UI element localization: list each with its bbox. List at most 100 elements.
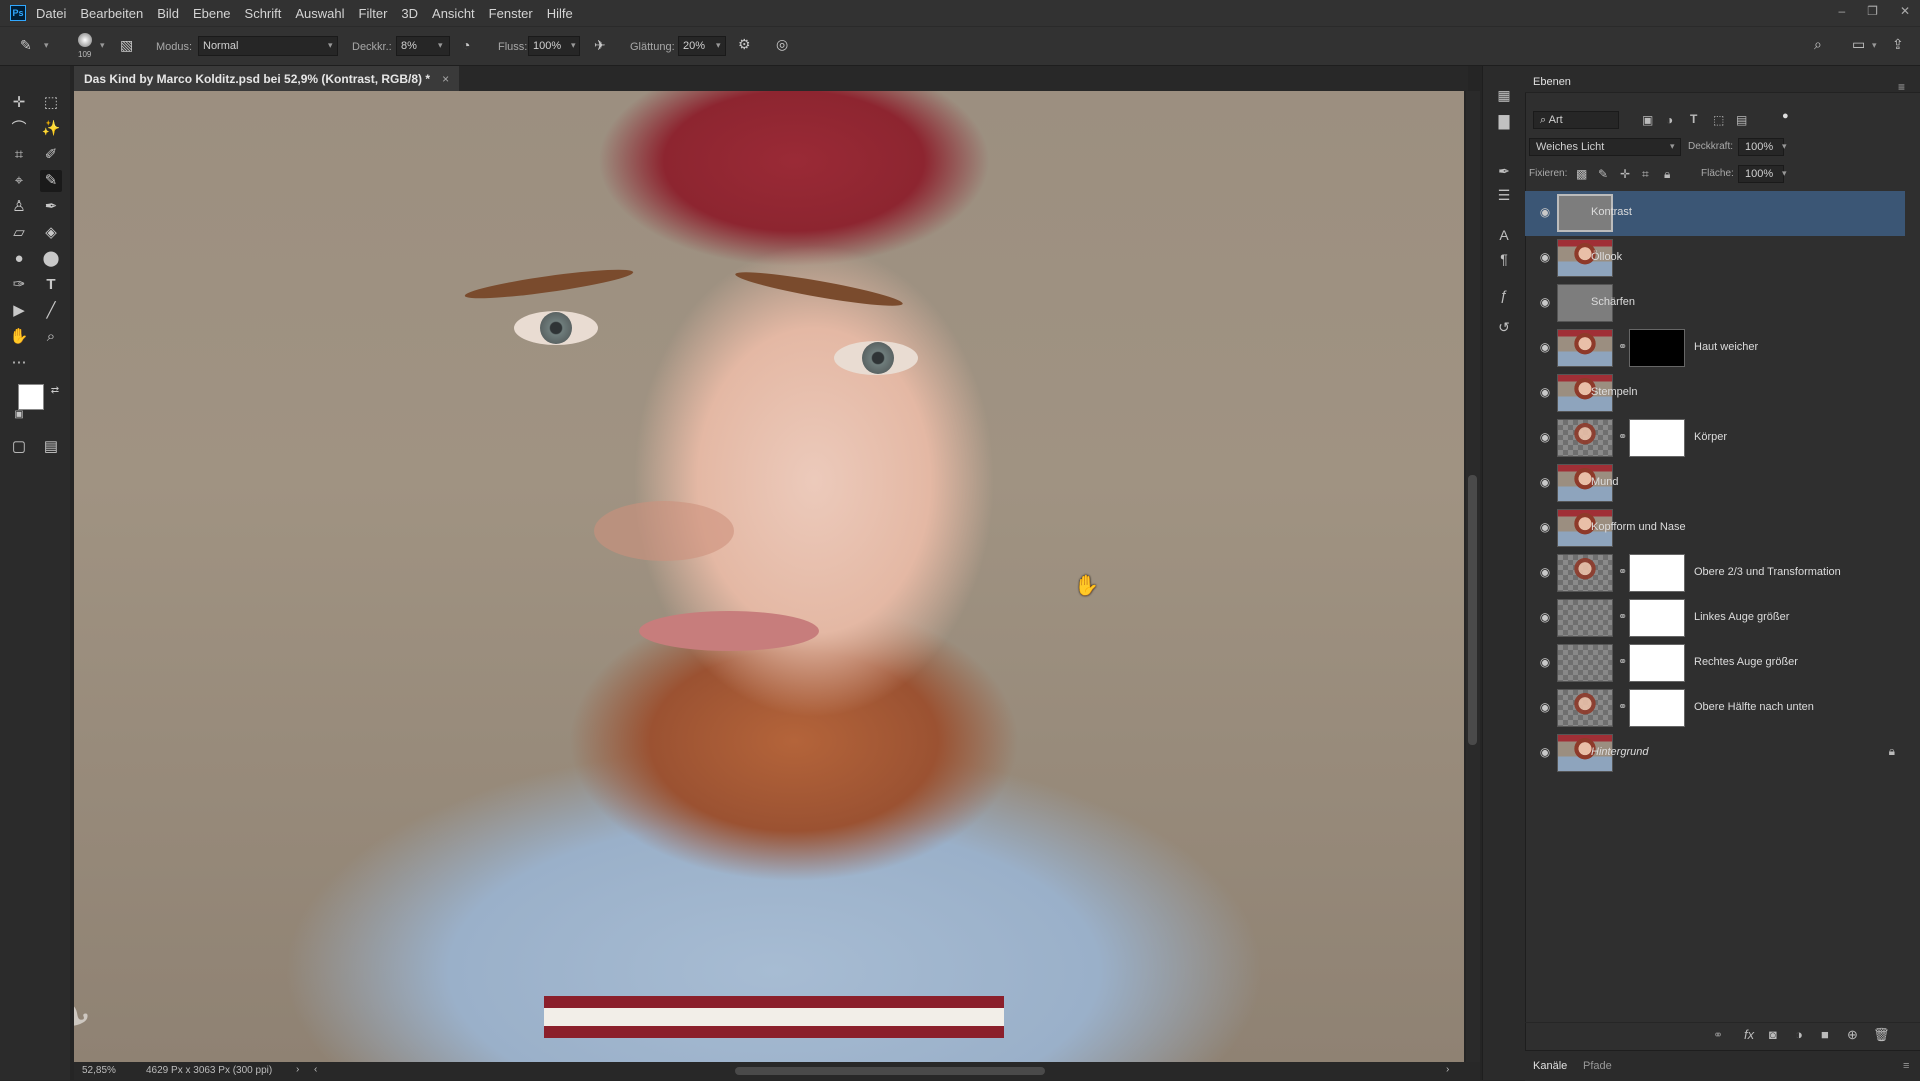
chevron-down-icon[interactable]: ▾ (571, 40, 576, 51)
menu-hilfe[interactable]: Hilfe (547, 6, 573, 21)
panel-menu-icon[interactable]: ≡ (1903, 1060, 1909, 1072)
paint-bucket-tool-icon[interactable]: ◈ (40, 222, 62, 244)
gear-icon[interactable]: ⚙ (738, 36, 751, 53)
layer-thumbnail[interactable] (1557, 599, 1613, 637)
more-tools-icon[interactable]: ⋯ (8, 352, 30, 374)
frame-tool-icon[interactable]: ⌖ (8, 170, 30, 192)
chevron-right-icon[interactable]: › (296, 1064, 299, 1075)
workspace-icon[interactable]: ▭ (1852, 36, 1865, 53)
histogram-icon[interactable]: ▇ (1495, 112, 1513, 130)
filter-adjustment-icon[interactable]: ◑ (1666, 113, 1673, 127)
visibility-eye-icon[interactable]: ◉ (1538, 205, 1552, 219)
brush-tool-icon[interactable]: ✎ (40, 170, 62, 192)
blend-mode-select[interactable]: Weiches Licht (1529, 138, 1681, 156)
layer-thumbnail[interactable] (1557, 554, 1613, 592)
opacity-input[interactable]: 100% (1738, 138, 1784, 156)
fill-input[interactable]: 100% (1738, 165, 1784, 183)
chevron-right-icon[interactable]: › (1446, 1064, 1449, 1075)
document-tab[interactable]: Das Kind by Marco Kolditz.psd bei 52,9% … (74, 66, 460, 91)
layer-mask-thumbnail[interactable] (1629, 554, 1685, 592)
layer-filter-select[interactable]: ⌕ Art (1533, 111, 1619, 129)
layer-mask-thumbnail[interactable] (1629, 599, 1685, 637)
filter-pixel-icon[interactable]: ▣ (1642, 113, 1653, 127)
mask-link-icon[interactable]: ⚭ (1618, 340, 1627, 353)
menu-datei[interactable]: Datei (36, 6, 66, 21)
pressure-size-icon[interactable]: ◎ (776, 36, 788, 53)
line-tool-icon[interactable]: ╱ (40, 300, 62, 322)
zoom-level[interactable]: 52,85% (82, 1065, 116, 1076)
new-layer-icon[interactable]: ⊕ (1847, 1027, 1858, 1043)
layer-row[interactable]: ◉ Mund (1525, 461, 1905, 506)
chevron-down-icon[interactable]: ▾ (328, 40, 333, 51)
fx-icon[interactable]: fx (1744, 1027, 1754, 1042)
mask-link-icon[interactable]: ⚭ (1618, 430, 1627, 443)
layer-row[interactable]: ◉ Kontrast (1525, 191, 1905, 236)
layer-thumbnail[interactable] (1557, 644, 1613, 682)
menu-auswahl[interactable]: Auswahl (295, 6, 344, 21)
chevron-down-icon[interactable]: ▾ (100, 40, 105, 51)
visibility-eye-icon[interactable]: ◉ (1538, 565, 1552, 579)
lock-artboard-icon[interactable]: ⌗ (1642, 167, 1649, 182)
layer-row[interactable]: ◉ ⚭ Haut weicher (1525, 326, 1905, 371)
paragraph-icon[interactable]: ¶ (1495, 250, 1513, 268)
lock-all-icon[interactable]: 🔒︎ (1664, 167, 1670, 182)
lock-transparency-icon[interactable]: ▩ (1576, 167, 1587, 181)
visibility-eye-icon[interactable]: ◉ (1538, 385, 1552, 399)
layer-thumbnail[interactable] (1557, 329, 1613, 367)
visibility-eye-icon[interactable]: ◉ (1538, 475, 1552, 489)
layer-row[interactable]: ◉ ⚭ Obere 2/3 und Transformation (1525, 551, 1905, 596)
blur-tool-icon[interactable]: ● (8, 248, 30, 270)
swap-colors-icon[interactable]: ⇄ (44, 380, 66, 402)
mask-link-icon[interactable]: ⚭ (1618, 610, 1627, 623)
add-mask-icon[interactable]: ◙ (1769, 1027, 1777, 1042)
layer-mask-thumbnail[interactable] (1629, 644, 1685, 682)
restore-icon[interactable]: ❐ (1867, 4, 1878, 18)
panel-menu-icon[interactable]: ≡ (1898, 80, 1905, 94)
libraries-icon[interactable]: ▦ (1495, 86, 1513, 104)
new-group-icon[interactable]: ■ (1821, 1027, 1829, 1042)
tab-kanaele[interactable]: Kanäle (1533, 1060, 1567, 1072)
visibility-eye-icon[interactable]: ◉ (1538, 250, 1552, 264)
layer-row[interactable]: ◉ Stempeln (1525, 371, 1905, 416)
filter-smartobject-icon[interactable]: ▤ (1736, 113, 1747, 127)
layer-thumbnail[interactable] (1557, 419, 1613, 457)
layer-mask-thumbnail[interactable] (1629, 689, 1685, 727)
search-icon[interactable]: ⌕ (1814, 36, 1822, 53)
trash-icon[interactable]: 🗑︎ (1873, 1027, 1890, 1043)
stamp-tool-icon[interactable]: ♙ (8, 196, 30, 218)
zoom-tool-icon[interactable]: ⌕ (40, 326, 62, 348)
eraser-tool-icon[interactable]: ▱ (8, 222, 30, 244)
layer-row[interactable]: ◉ Öllook (1525, 236, 1905, 281)
move-tool-icon[interactable]: ✛ (8, 92, 30, 114)
chevron-down-icon[interactable]: ▾ (1872, 40, 1877, 51)
layer-row[interactable]: ◉ ⚭ Linkes Auge größer (1525, 596, 1905, 641)
type-tool-icon[interactable]: T (40, 274, 62, 296)
chevron-down-icon[interactable]: ▾ (438, 40, 443, 51)
horizontal-scroll-thumb[interactable] (735, 1067, 1045, 1075)
visibility-eye-icon[interactable]: ◉ (1538, 655, 1552, 669)
visibility-eye-icon[interactable]: ◉ (1538, 520, 1552, 534)
menu-3d[interactable]: 3D (401, 6, 418, 21)
menu-ansicht[interactable]: Ansicht (432, 6, 475, 21)
link-layers-icon[interactable]: ⚭ (1713, 1028, 1723, 1042)
brush-tool-icon[interactable]: ✎ (20, 37, 32, 54)
visibility-eye-icon[interactable]: ◉ (1538, 295, 1552, 309)
new-adjustment-layer-icon[interactable]: ◑ (1795, 1027, 1803, 1042)
layer-row[interactable]: ◉ ⚭ Rechtes Auge größer (1525, 641, 1905, 686)
layer-row[interactable]: ◉ ⚭ Obere Hälfte nach unten (1525, 686, 1905, 731)
dodge-tool-icon[interactable]: ⬤ (40, 248, 62, 270)
tab-ebenen[interactable]: Ebenen (1525, 76, 1579, 88)
menu-ebene[interactable]: Ebene (193, 6, 231, 21)
close-tab-icon[interactable]: × (442, 72, 449, 86)
mask-link-icon[interactable]: ⚭ (1618, 655, 1627, 668)
default-colors-icon[interactable]: ▣ (8, 404, 30, 426)
layer-mask-thumbnail[interactable] (1629, 329, 1685, 367)
mask-link-icon[interactable]: ⚭ (1618, 565, 1627, 578)
layer-row[interactable]: ◉ ⚭ Körper (1525, 416, 1905, 461)
history-brush-tool-icon[interactable]: ✒ (40, 196, 62, 218)
menu-fenster[interactable]: Fenster (489, 6, 533, 21)
quick-mask-icon[interactable]: ▢ (8, 436, 30, 458)
visibility-eye-icon[interactable]: ◉ (1538, 340, 1552, 354)
lasso-tool-icon[interactable]: ⌒ (8, 118, 30, 140)
chevron-left-icon[interactable]: ‹ (314, 1064, 317, 1075)
